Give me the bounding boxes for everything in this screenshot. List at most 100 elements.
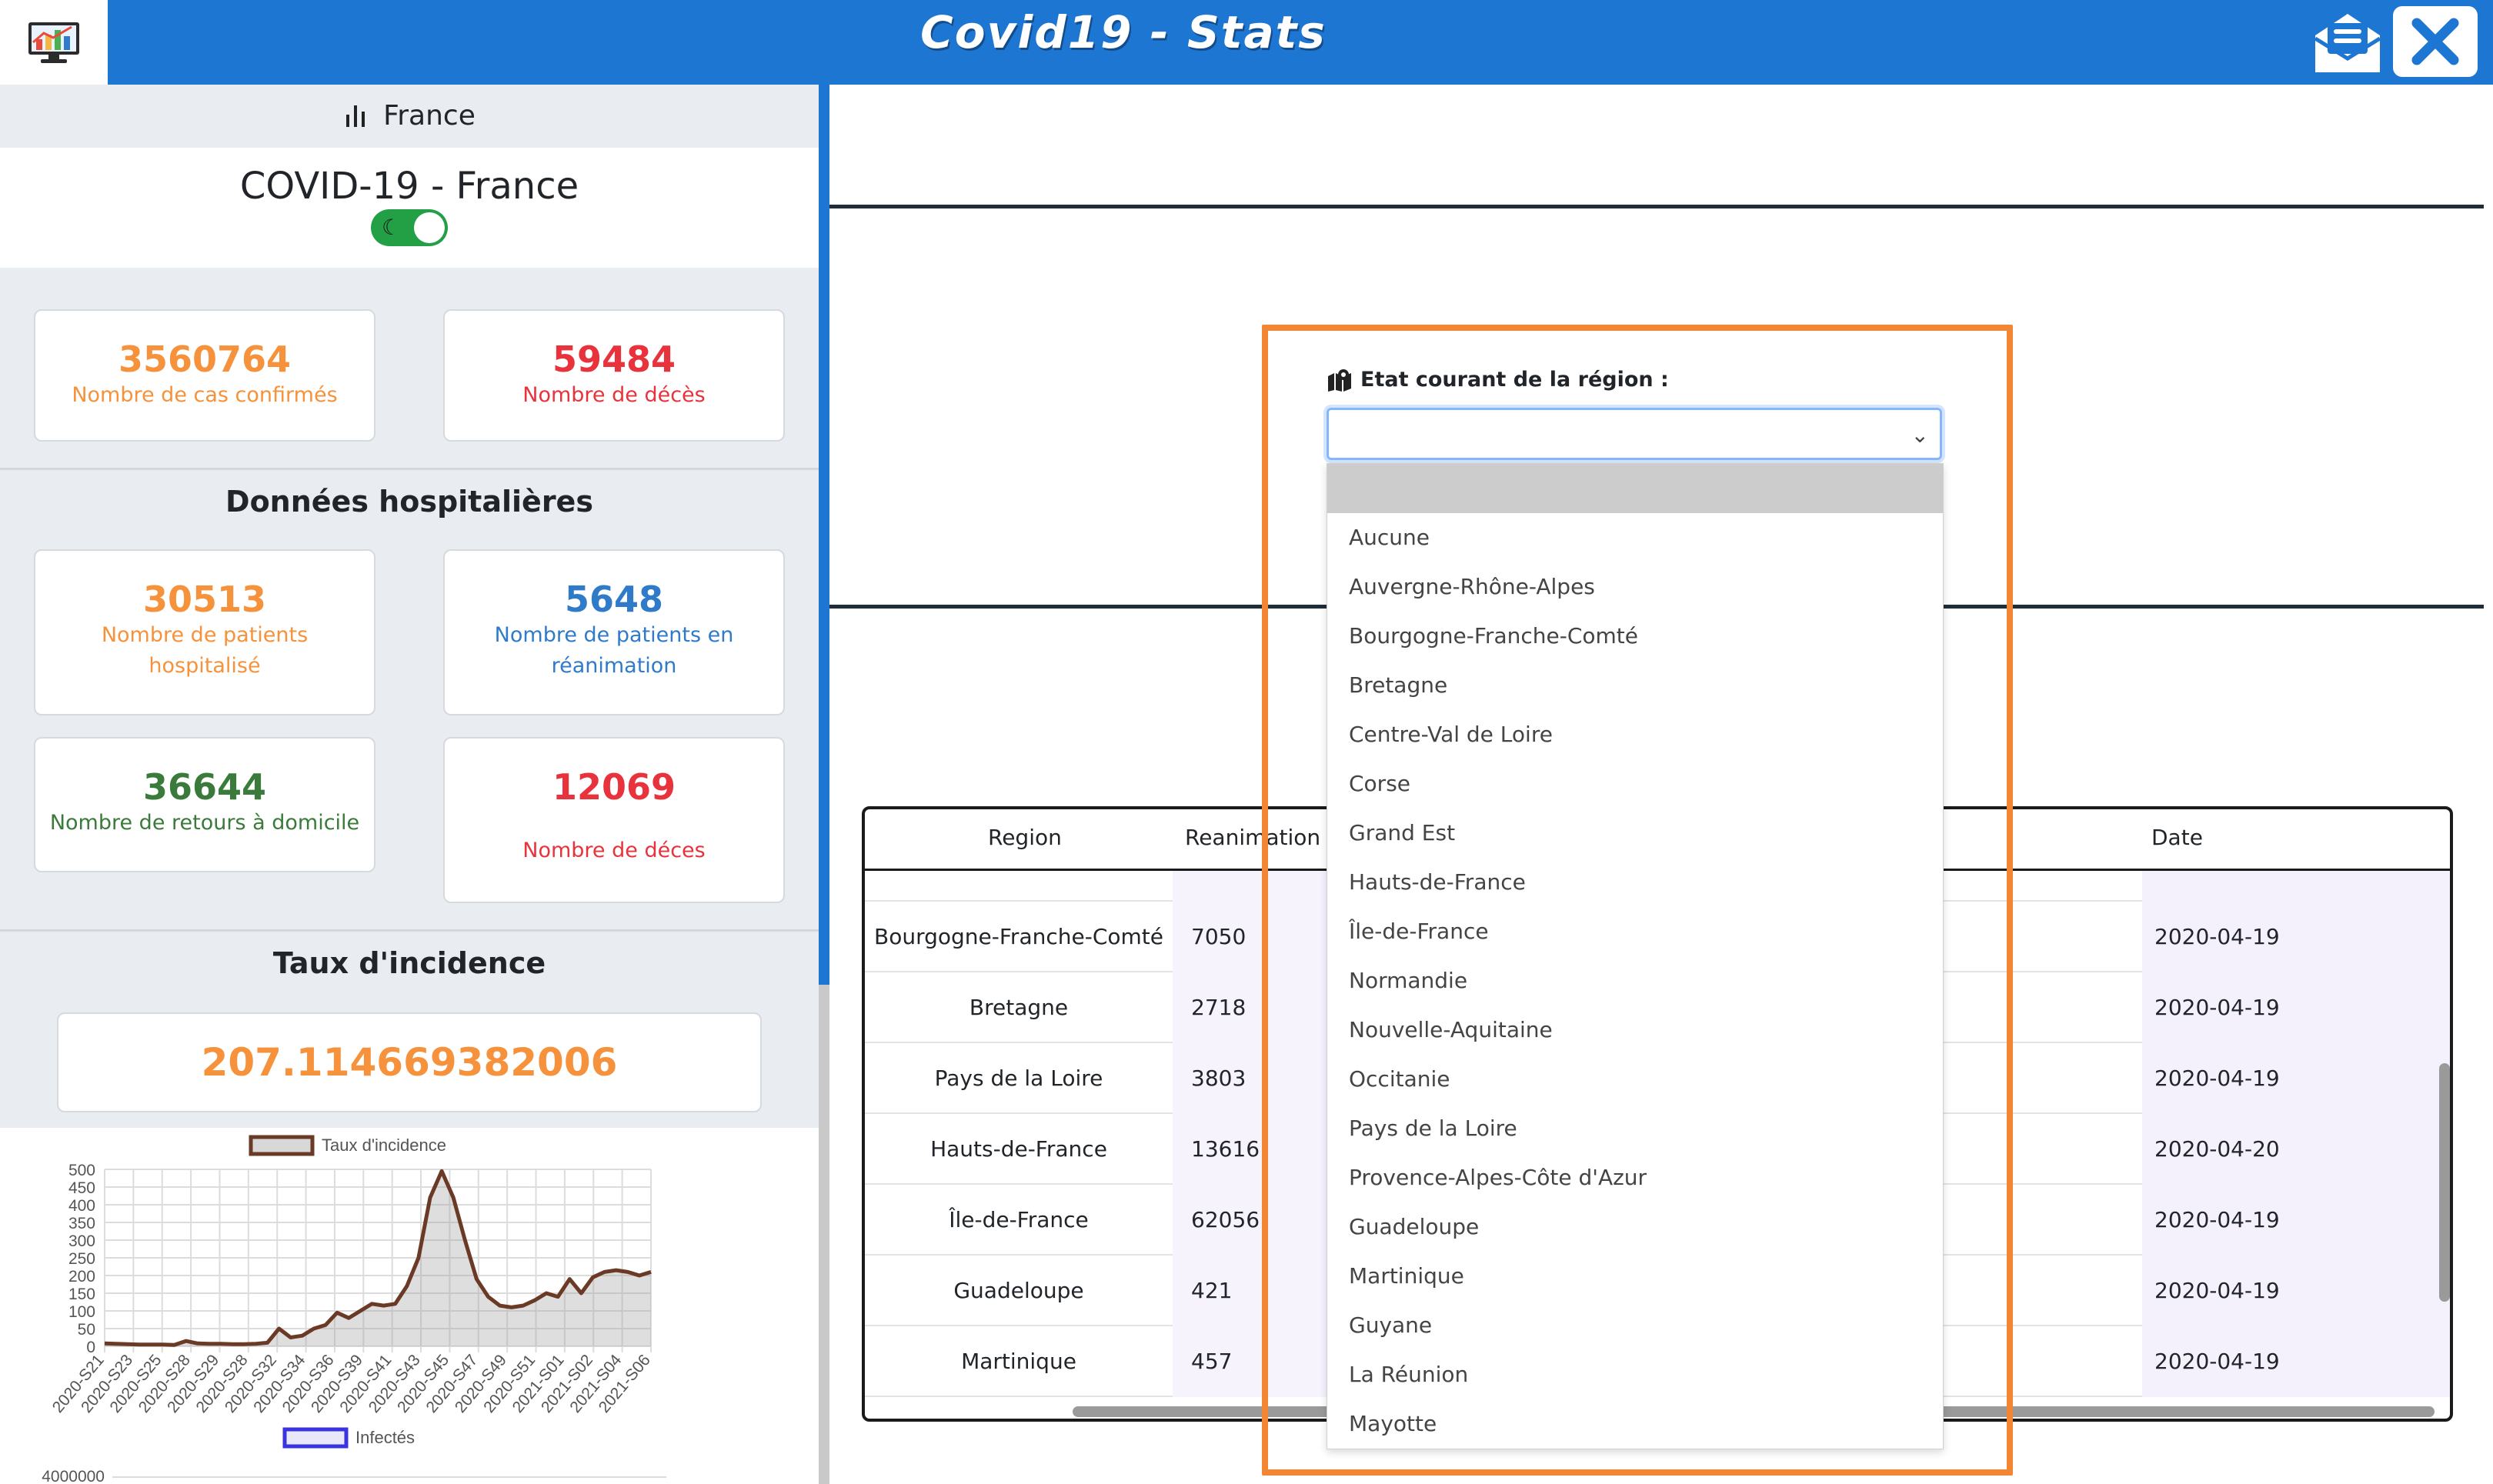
region-option[interactable]: Guadeloupe: [1327, 1202, 1943, 1252]
region-option[interactable]: Hauts-de-France: [1327, 858, 1943, 907]
region-option[interactable]: Centre-Val de Loire: [1327, 710, 1943, 759]
stat-card-icu: 5648 Nombre de patients en réanimation: [443, 549, 785, 715]
incidence-chart-svg: Taux d'incidence050100150200250300350400…: [42, 1135, 666, 1484]
cell-region: Martinique: [961, 1349, 1076, 1374]
stat-card-hospitalized: 30513 Nombre de patients hospitalisé: [34, 549, 375, 715]
legend-swatch: [249, 1135, 315, 1156]
stat-label: Nombre de patients hospitalisé: [101, 623, 309, 678]
region-option[interactable]: Pays de la Loire: [1327, 1104, 1943, 1153]
column-header-region[interactable]: Region: [988, 825, 1062, 850]
stat-label: Nombre de cas confirmés: [72, 383, 338, 407]
stat-label: Nombre de déces: [522, 839, 706, 862]
incidence-area: [105, 1171, 651, 1346]
cell-date: 2020-04-19: [2142, 1185, 2450, 1256]
cell-region: Bourgogne-Franche-Comté: [874, 924, 1163, 949]
region-option[interactable]: Grand Est: [1327, 809, 1943, 858]
legend-label: Infectés: [355, 1428, 415, 1447]
stat-value: 59484: [552, 338, 676, 380]
y-tick-label: 400: [68, 1197, 95, 1215]
region-select[interactable]: ⌄: [1327, 408, 1942, 460]
y-tick-label: 4000000: [42, 1468, 105, 1484]
cell-date: [2142, 871, 2450, 902]
y-tick-label: 250: [68, 1250, 95, 1268]
dark-mode-toggle[interactable]: ☾: [371, 209, 448, 246]
stat-card-cases: 3560764 Nombre de cas confirmés: [34, 309, 375, 442]
stat-label: Nombre de décès: [522, 383, 706, 407]
region-option[interactable]: Île-de-France: [1327, 907, 1943, 956]
app-title: Covid19 - Stats: [920, 6, 1327, 58]
y-tick-label: 350: [68, 1215, 95, 1232]
stat-value: 30513: [142, 579, 267, 620]
region-select-label-text: Etat courant de la région :: [1360, 368, 1669, 392]
divider: [0, 468, 819, 470]
region-option[interactable]: La Réunion: [1327, 1350, 1943, 1399]
country-header-label: France: [383, 99, 476, 132]
region-option[interactable]: Nouvelle-Aquitaine: [1327, 1005, 1943, 1055]
cell-region: Île-de-France: [949, 1207, 1089, 1232]
region-option[interactable]: Martinique: [1327, 1252, 1943, 1301]
cell-region: Hauts-de-France: [930, 1136, 1107, 1162]
map-marker-icon: [1328, 368, 1351, 392]
newsletter-button[interactable]: [2305, 6, 2390, 77]
stat-card-returned-home: 36644 Nombre de retours à domicile: [34, 737, 375, 872]
stat-label: Nombre de patients en réanimation: [494, 623, 734, 678]
divider: [0, 929, 819, 932]
hospital-section-title: Données hospitalières: [225, 485, 593, 519]
region-option[interactable]: Auvergne-Rhône-Alpes: [1327, 562, 1943, 612]
region-options-list: Aucune Auvergne-Rhône-Alpes Bourgogne-Fran…: [1327, 463, 1944, 1449]
app-logo-icon[interactable]: [0, 0, 108, 85]
section-divider-top: [829, 205, 2484, 208]
cell-date: 2020-04-19: [2142, 902, 2450, 972]
left-panel-scrollbar-thumb[interactable]: [819, 985, 829, 1484]
cell-region: Guadeloupe: [953, 1278, 1084, 1303]
stat-card-hospital-deaths: 12069 Nombre de déces: [443, 737, 785, 903]
table-vertical-scrollbar[interactable]: [2439, 1063, 2450, 1302]
stat-value: 36644: [142, 766, 267, 808]
region-option[interactable]: Mayotte: [1327, 1399, 1943, 1449]
incidence-value: 207.114669382006: [201, 1040, 618, 1085]
stat-card-deaths: 59484 Nombre de décès: [443, 309, 785, 442]
toggle-knob: [414, 212, 445, 243]
region-option[interactable]: Bourgogne-Franche-Comté: [1327, 612, 1943, 661]
country-header: France: [0, 85, 819, 146]
country-title-box: COVID-19 - France: [0, 148, 819, 268]
incidence-chart: Taux d'incidence 0 50 100 150 200 250 300 350 400…: [0, 1128, 819, 1484]
region-option-empty[interactable]: [1327, 464, 1943, 513]
stat-value: 3560764: [118, 338, 292, 380]
y-tick-label: 500: [68, 1162, 95, 1179]
y-tick-label: 150: [68, 1286, 95, 1303]
region-option[interactable]: Guyane: [1327, 1301, 1943, 1350]
legend-swatch: [282, 1427, 349, 1449]
region-option[interactable]: Occitanie: [1327, 1055, 1943, 1104]
y-tick-label: 50: [78, 1321, 95, 1339]
cell-date: 2020-04-19: [2142, 1326, 2450, 1397]
y-tick-label: 100: [68, 1303, 95, 1321]
close-icon: [2411, 18, 2459, 65]
region-option[interactable]: Bretagne: [1327, 661, 1943, 710]
cell-date: 2020-04-19: [2142, 972, 2450, 1043]
country-title: COVID-19 - France: [239, 165, 579, 208]
incidence-card: 207.114669382006: [57, 1012, 762, 1112]
column-header-date[interactable]: Date: [2151, 825, 2203, 850]
cell-date: 2020-04-19: [2142, 1043, 2450, 1114]
region-option[interactable]: Provence-Alpes-Côte d'Azur: [1327, 1153, 1943, 1202]
chevron-down-icon: ⌄: [1911, 422, 1929, 448]
y-tick-label: 450: [68, 1179, 95, 1197]
close-button[interactable]: [2393, 6, 2478, 77]
cell-date: 2020-04-20: [2142, 1114, 2450, 1185]
stat-value: 12069: [552, 766, 676, 808]
stat-label: Nombre de retours à domicile: [49, 811, 360, 835]
stat-value: 5648: [564, 579, 664, 620]
cell-region: Pays de la Loire: [934, 1065, 1103, 1091]
top-bar: Covid19 - Stats: [0, 0, 2493, 85]
region-option[interactable]: Normandie: [1327, 956, 1943, 1005]
region-option[interactable]: Corse: [1327, 759, 1943, 809]
region-option[interactable]: Aucune: [1327, 513, 1943, 562]
cell-region: Bretagne: [969, 995, 1069, 1020]
y-tick-label: 300: [68, 1232, 95, 1250]
moon-icon: ☾: [382, 215, 402, 240]
envelope-icon: [2314, 14, 2381, 72]
incidence-section-title: Taux d'incidence: [272, 946, 546, 980]
region-select-label: Etat courant de la région :: [1327, 368, 1669, 392]
y-tick-label: 200: [68, 1268, 95, 1286]
